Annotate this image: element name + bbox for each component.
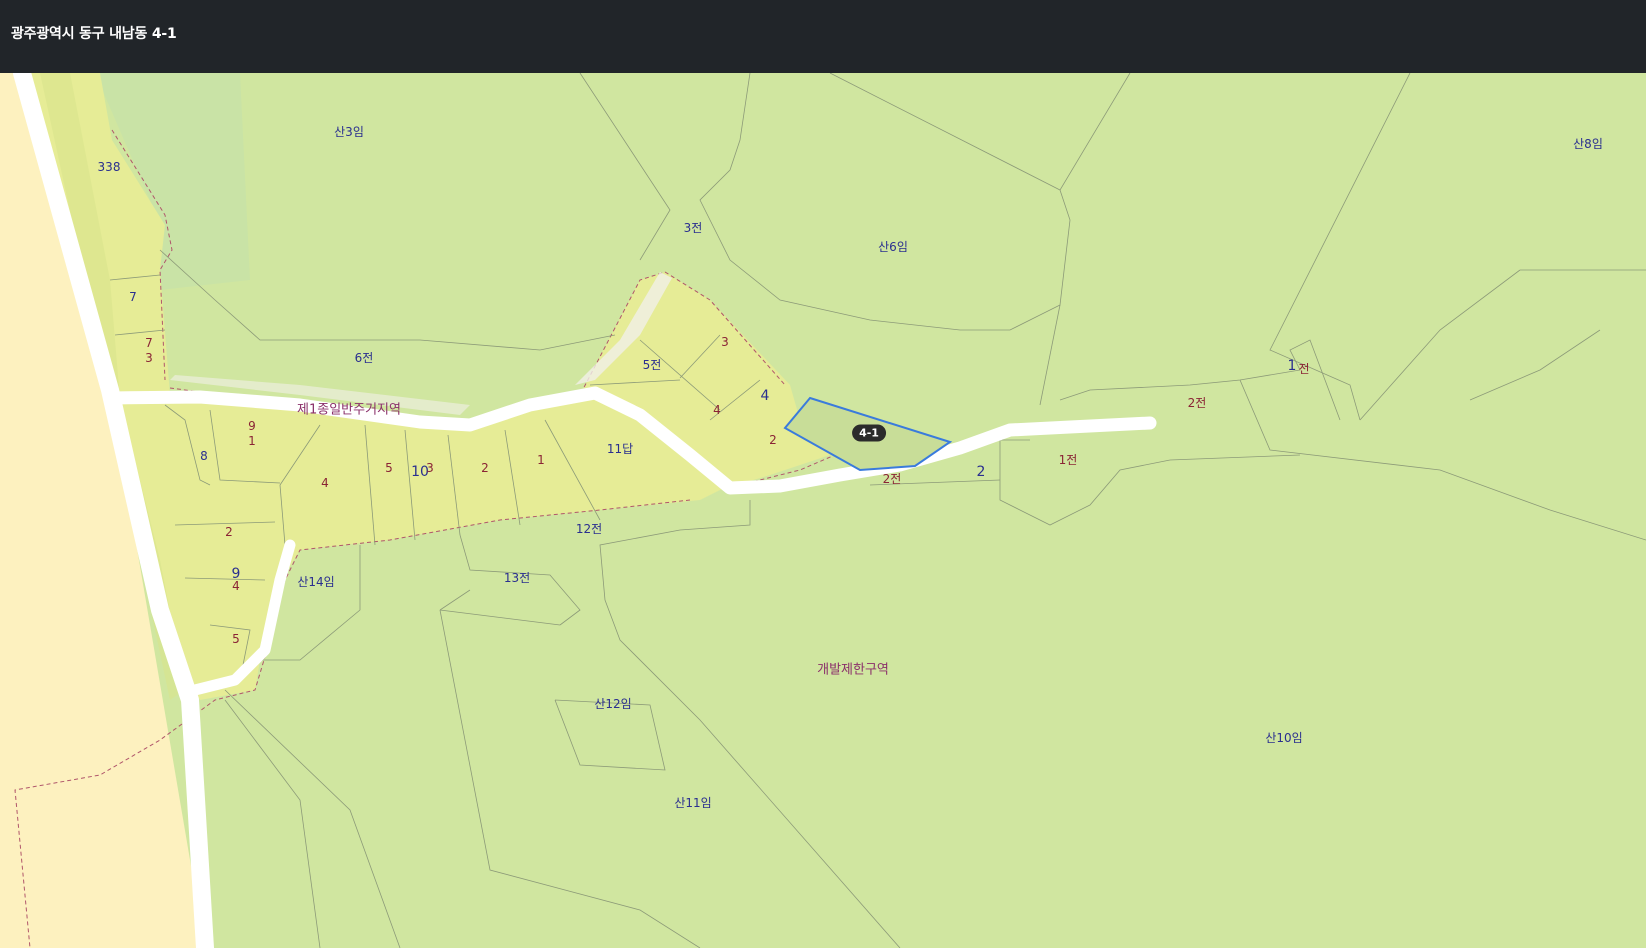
label-94-b: 4 — [232, 579, 240, 593]
label-3: 3 — [721, 335, 729, 349]
label-san3: 산3임 — [334, 125, 364, 139]
label-73-a: 7 — [145, 336, 153, 350]
cadastral-map[interactable]: 산3임 산8임 338 3전 산6임 7 7 3 6전 3 5전 4 1 전 2… — [0, 73, 1646, 948]
label-4-mid: 4 — [713, 403, 721, 417]
label-2-left: 2 — [481, 461, 489, 475]
label-7: 7 — [129, 290, 137, 304]
label-2-big: 2 — [976, 464, 986, 480]
label-8: 8 — [200, 449, 208, 463]
label-san14: 산14임 — [297, 575, 335, 589]
label-2-low: 2 — [225, 525, 233, 539]
label-4-left: 4 — [321, 476, 329, 490]
label-san8: 산8임 — [1573, 137, 1603, 151]
label-san6: 산6임 — [878, 240, 908, 254]
label-1: 1 — [537, 453, 545, 467]
label-2-mid: 2 — [769, 433, 777, 447]
label-san10: 산10임 — [1265, 731, 1303, 745]
top-bar: 광주광역시 동구 내남동 4-1 — [0, 0, 1646, 73]
label-13jeon: 13전 — [503, 571, 531, 585]
label-3-left: 3 — [426, 461, 434, 475]
label-1-right: 1 — [1287, 358, 1297, 374]
label-91-b: 1 — [248, 434, 256, 448]
label-6jeon: 6전 — [354, 351, 374, 365]
label-91-a: 9 — [248, 419, 256, 433]
zone-label-residential: 제1종일반주거지역 — [297, 402, 401, 418]
map-canvas[interactable] — [0, 73, 1646, 948]
label-2jeon-right: 2전 — [1187, 396, 1207, 410]
label-san11: 산11임 — [674, 796, 712, 810]
zone-label-development-restriction: 개발제한구역 — [817, 662, 889, 678]
selected-parcel-badge[interactable]: 4-1 — [852, 424, 886, 442]
label-338: 338 — [97, 160, 121, 174]
label-2jeon-mid: 2전 — [882, 472, 902, 486]
label-3jeon: 3전 — [683, 221, 703, 235]
label-73-b: 3 — [145, 351, 153, 365]
address-title: 광주광역시 동구 내남동 4-1 — [11, 26, 177, 42]
label-4-near-parcel: 4 — [760, 388, 770, 404]
label-11dap: 11답 — [606, 442, 634, 456]
label-1jeon: 1전 — [1058, 453, 1078, 467]
label-jeon-right: 전 — [1298, 362, 1310, 376]
label-5jeon: 5전 — [642, 358, 662, 372]
label-san12: 산12임 — [594, 697, 632, 711]
label-12jeon: 12전 — [575, 522, 603, 536]
label-5-low: 5 — [232, 632, 240, 646]
label-5: 5 — [385, 461, 393, 475]
